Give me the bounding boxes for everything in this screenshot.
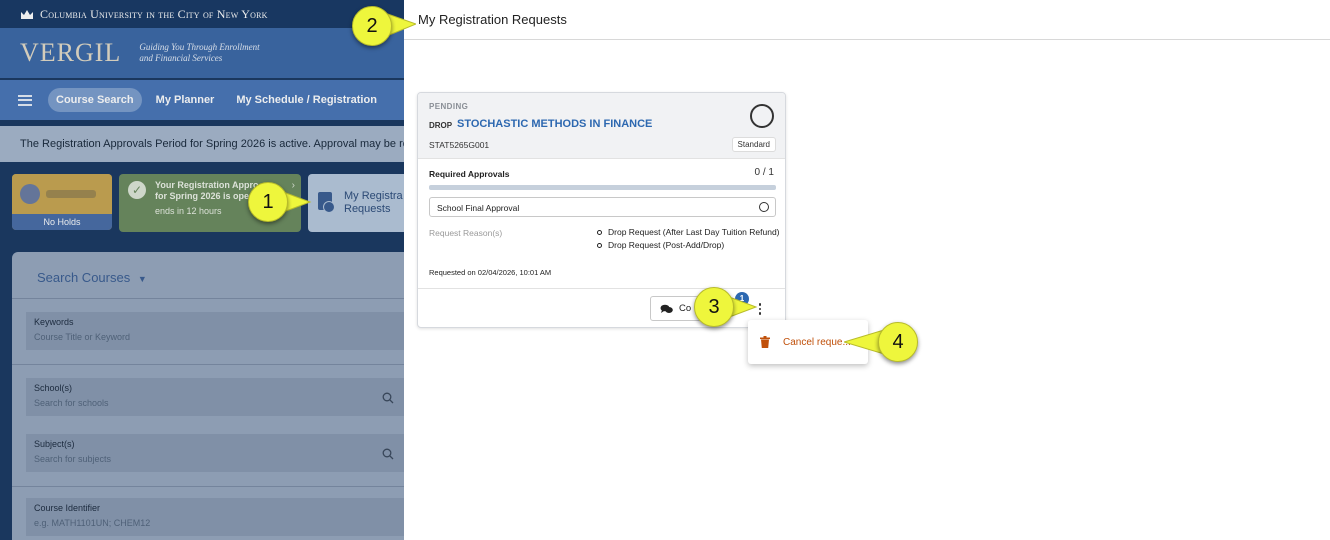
request-type-badge: DROP (429, 121, 453, 130)
approvals-line1: Your Registration Appro (155, 180, 259, 190)
required-approvals-label: Required Approvals (429, 169, 510, 179)
schools-placeholder: Search for schools (34, 398, 109, 408)
banner-text: The Registration Approvals Period for Sp… (20, 138, 404, 150)
drawer-header: My Registration Requests (404, 0, 1330, 40)
cancel-request-menu-item[interactable]: Cancel reque... (748, 320, 868, 364)
tab-my-schedule[interactable]: My Schedule / Registration (228, 88, 385, 112)
schools-label: School(s) (34, 383, 73, 393)
search-icon[interactable] (382, 392, 394, 404)
search-courses-title: Search Courses (37, 270, 131, 285)
holds-label: No Holds (12, 214, 112, 230)
chevron-right-icon: › (291, 180, 295, 191)
avatar (20, 184, 40, 204)
keywords-placeholder: Course Title or Keyword (34, 332, 131, 342)
vergil-logo[interactable]: VERGIL (20, 38, 121, 68)
pending-circle-icon (759, 202, 769, 212)
my-registration-requests-card[interactable]: My Registra Requests (308, 174, 404, 232)
tagline-line2: and Financial Services (139, 53, 223, 63)
requested-on: Requested on 02/04/2026, 10:01 AM (429, 268, 552, 277)
university-name: Columbia University in the City of New Y… (40, 6, 268, 21)
registration-requests-drawer: My Registration Requests PENDING DROP ST… (404, 0, 1330, 540)
request-card-body: Required Approvals 0 / 1 School Final Ap… (418, 158, 785, 288)
keywords-field[interactable]: Keywords Course Title or Keyword (26, 312, 404, 350)
request-card-header: PENDING DROP STOCHASTIC METHODS IN FINAN… (418, 93, 785, 158)
keywords-label: Keywords (34, 317, 74, 327)
approval-step: School Final Approval (429, 197, 776, 217)
approvals-period-card[interactable]: ✓ › Your Registration Appro for Spring 2… (119, 174, 301, 232)
background-app: Columbia University in the City of New Y… (0, 0, 404, 540)
request-reasons-list: Drop Request (After Last Day Tuition Ref… (594, 226, 780, 252)
approvals-line2: for Spring 2026 is ope (155, 191, 250, 201)
schools-field[interactable]: School(s) Search for schools (26, 378, 404, 416)
drawer-title: My Registration Requests (418, 12, 567, 27)
request-options-menu: Cancel reque... (748, 320, 868, 364)
app-header: VERGIL Guiding You Through Enrollment an… (0, 28, 404, 78)
tagline-line1: Guiding You Through Enrollment (139, 42, 260, 52)
list-item: Drop Request (After Last Day Tuition Ref… (594, 226, 780, 239)
announcement-banner: The Registration Approvals Period for Sp… (0, 126, 404, 162)
menu-icon[interactable] (18, 94, 32, 106)
more-options-icon[interactable] (753, 300, 767, 318)
holds-card[interactable]: No Holds (12, 174, 112, 230)
my-requests-line2: Requests (344, 203, 391, 215)
document-icon (318, 192, 335, 213)
divider (12, 298, 404, 299)
tagline: Guiding You Through Enrollment and Finan… (139, 42, 279, 64)
subjects-field[interactable]: Subject(s) Search for subjects (26, 434, 404, 472)
approvals-count: 0 / 1 (754, 167, 774, 178)
request-reasons-label: Request Reason(s) (429, 228, 503, 238)
request-card-footer: Co 1 (418, 288, 785, 327)
trash-icon (760, 336, 770, 348)
course-identifier-label: Course Identifier (34, 503, 101, 513)
course-name-link[interactable]: STOCHASTIC METHODS IN FINANCE (457, 118, 652, 130)
cancel-request-label: Cancel reque... (783, 336, 851, 348)
my-requests-label: My Registra Requests (344, 190, 403, 216)
comments-count-badge: 1 (735, 292, 749, 306)
approvals-line3: ends in 12 hours (155, 206, 222, 216)
check-icon: ✓ (128, 181, 146, 199)
divider (12, 364, 404, 365)
chat-icon (660, 304, 673, 313)
status-label: PENDING (429, 102, 469, 111)
comments-label: Co (679, 303, 692, 314)
redacted-name (46, 190, 96, 198)
standard-badge: Standard (731, 137, 776, 152)
profile-area (12, 174, 112, 214)
subjects-placeholder: Search for subjects (34, 454, 112, 464)
registration-request-card: PENDING DROP STOCHASTIC METHODS IN FINAN… (417, 92, 786, 328)
caret-down-icon: ▼ (137, 274, 147, 284)
comments-button[interactable]: Co (650, 296, 730, 321)
pending-status-icon (750, 104, 774, 128)
tab-course-search[interactable]: Course Search (48, 88, 142, 112)
course-identifier-field[interactable]: Course Identifier e.g. MATH1101UN; CHEM1… (26, 498, 404, 536)
crown-icon (21, 9, 33, 19)
my-requests-line1: My Registra (344, 190, 403, 202)
search-courses-dropdown[interactable]: Search Courses ▼ (37, 270, 147, 285)
tab-my-planner[interactable]: My Planner (148, 88, 223, 112)
university-bar: Columbia University in the City of New Y… (0, 0, 404, 28)
approval-step-name: School Final Approval (437, 203, 520, 213)
divider (12, 486, 404, 487)
approvals-progress-bar (429, 185, 776, 190)
main-nav: Course Search My Planner My Schedule / R… (0, 80, 404, 120)
subjects-label: Subject(s) (34, 439, 75, 449)
course-identifier-placeholder: e.g. MATH1101UN; CHEM12 (34, 518, 151, 528)
list-item: Drop Request (Post-Add/Drop) (594, 239, 780, 252)
course-id: STAT5265G001 (429, 140, 490, 150)
search-icon[interactable] (382, 448, 394, 460)
search-courses-panel: Search Courses ▼ Keywords Course Title o… (12, 252, 404, 540)
